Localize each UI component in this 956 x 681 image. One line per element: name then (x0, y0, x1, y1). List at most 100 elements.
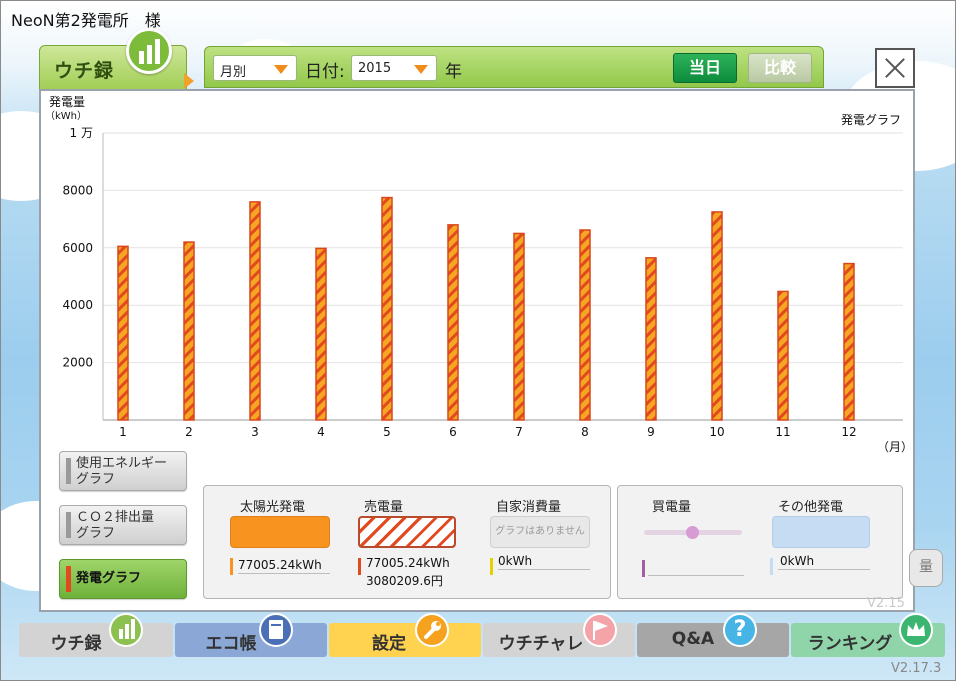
x-tick-label: 1 (119, 425, 127, 439)
legend-self-title: 自家消費量 (496, 500, 562, 515)
button-indicator (66, 458, 71, 484)
y-tick-label: 4000 (62, 298, 93, 312)
divider (648, 575, 744, 576)
x-tick-label: 3 (251, 425, 259, 439)
tab-pointer (184, 73, 194, 89)
flag-icon (583, 613, 617, 647)
legend-other-value: 0kWh (780, 554, 815, 568)
legend-sell-value: 77005.24kWh (366, 556, 450, 570)
divider (778, 569, 870, 570)
question-icon: ? (723, 613, 757, 647)
bar-month-10 (711, 211, 723, 421)
x-tick-label: 11 (775, 425, 790, 439)
x-tick-label: 6 (449, 425, 457, 439)
legend-buy-title: 買電量 (652, 500, 692, 515)
x-tick-label: 10 (709, 425, 724, 439)
close-button[interactable] (875, 48, 915, 88)
no-graph-text: グラフはありません (495, 526, 585, 537)
button-label-line2: グラフ (76, 526, 116, 541)
dropdown-arrow-icon (274, 65, 288, 74)
legend-other-swatch (772, 516, 870, 548)
period-select-value: 月別 (220, 65, 247, 80)
legend-purchase-group: 買電量 その他発電 0kWh (617, 485, 903, 599)
button-indicator (66, 566, 71, 592)
bar-month-7 (513, 232, 525, 421)
nav-qa[interactable]: Q&A ? (637, 613, 789, 657)
button-label-line2: グラフ (76, 472, 116, 487)
x-tick-label: 8 (581, 425, 589, 439)
x-axis-unit: （月） (877, 440, 914, 454)
legend-self-value: 0kWh (498, 554, 533, 568)
today-button[interactable]: 当日 (673, 53, 737, 83)
x-tick-label: 7 (515, 425, 523, 439)
year-unit-label: 年 (445, 62, 462, 82)
legend-sell-title: 売電量 (364, 500, 404, 515)
bar-month-2 (183, 241, 195, 421)
bar-month-6 (447, 224, 459, 421)
x-tick-label: 2 (185, 425, 193, 439)
dropdown-arrow-icon (414, 65, 428, 74)
legend-solar-marker (230, 558, 233, 575)
app-window: NeoN第2発電所 様 ウチ録 月別 日付: 2015 年 当日 比較 発電量 … (0, 0, 956, 681)
legend-generation-group: 太陽光発電 77005.24kWh 売電量 77005.24kWh 308020… (203, 485, 611, 599)
graph-panel: 発電量 （kWh） 発電グラフ 2000 4000 6000 8000 1 万12345… (39, 89, 915, 612)
legend-sell-yen: 3080209.6円 (366, 574, 443, 588)
button-label-line1: ＣＯ２排出量 (76, 510, 155, 525)
x-tick-label: 5 (383, 425, 391, 439)
divider (498, 569, 590, 570)
bar-chart-icon (126, 28, 172, 74)
notebook-icon (259, 613, 293, 647)
window-title: NeoN第2発電所 様 (11, 11, 161, 30)
legend-solar-swatch (230, 516, 330, 548)
side-widget-label: 量 (919, 559, 933, 575)
bar-month-4 (315, 247, 327, 421)
y-tick-label: 6000 (62, 241, 93, 255)
bar-month-5 (381, 196, 393, 421)
legend-solar-title: 太陽光発電 (240, 500, 306, 515)
nav-settings[interactable]: 設定 (329, 613, 481, 657)
nav-ecocho[interactable]: エコ帳 (175, 613, 327, 657)
legend-self-no-graph: グラフはありません (490, 516, 590, 548)
x-tick-label: 4 (317, 425, 325, 439)
y-tick-label: 2000 (62, 356, 93, 370)
legend-solar-value: 77005.24kWh (238, 558, 322, 572)
year-select[interactable]: 2015 (351, 55, 437, 81)
x-tick-label: 9 (647, 425, 655, 439)
button-label-line1: 使用エネルギー (76, 456, 168, 471)
app-version-label: V2.17.3 (891, 661, 942, 676)
side-widget[interactable]: 量 (909, 549, 943, 587)
period-select[interactable]: 月別 (213, 55, 297, 81)
co2-emission-graph-button[interactable]: ＣＯ２排出量 グラフ (59, 505, 187, 545)
legend-other-title: その他発電 (778, 500, 844, 515)
energy-usage-graph-button[interactable]: 使用エネルギー グラフ (59, 451, 187, 491)
uchiroku-tab[interactable]: ウチ録 (39, 28, 187, 91)
legend-buy-marker (642, 560, 645, 577)
bar-month-9 (645, 257, 657, 421)
bar-month-12 (843, 262, 855, 421)
wrench-icon (415, 613, 449, 647)
y-tick-label: 1 万 (70, 126, 93, 140)
bar-month-3 (249, 201, 261, 421)
button-label-line1: 発電グラフ (76, 571, 142, 586)
legend-self-marker (490, 558, 493, 575)
legend-buy-thumb (686, 526, 699, 539)
generation-bar-chart: 20004000600080001 万1 2 3 4 5 6 7 8 9 10 11 12 (62, 126, 903, 439)
generation-graph-button[interactable]: 発電グラフ (59, 559, 187, 599)
nav-uchichare[interactable]: ウチチャレ (483, 613, 635, 657)
date-label: 日付: (305, 62, 345, 82)
x-tick-label: 12 (841, 425, 856, 439)
compare-button[interactable]: 比較 (748, 53, 812, 83)
legend-sell-swatch (358, 516, 456, 548)
nav-uchiroku[interactable]: ウチ録 (19, 613, 173, 657)
toolbar: 月別 日付: 2015 年 当日 比較 (204, 46, 824, 88)
inner-version-label: V2.15 (867, 596, 905, 611)
nav-ranking[interactable]: ランキング (791, 613, 945, 657)
bar-month-1 (117, 245, 129, 421)
legend-sell-marker (358, 558, 361, 575)
bar-month-8 (579, 229, 591, 421)
y-tick-label: 8000 (62, 183, 93, 197)
button-indicator (66, 512, 71, 538)
bar-month-11 (777, 290, 789, 421)
bar-chart-icon (109, 613, 143, 647)
legend-other-marker (770, 558, 773, 575)
